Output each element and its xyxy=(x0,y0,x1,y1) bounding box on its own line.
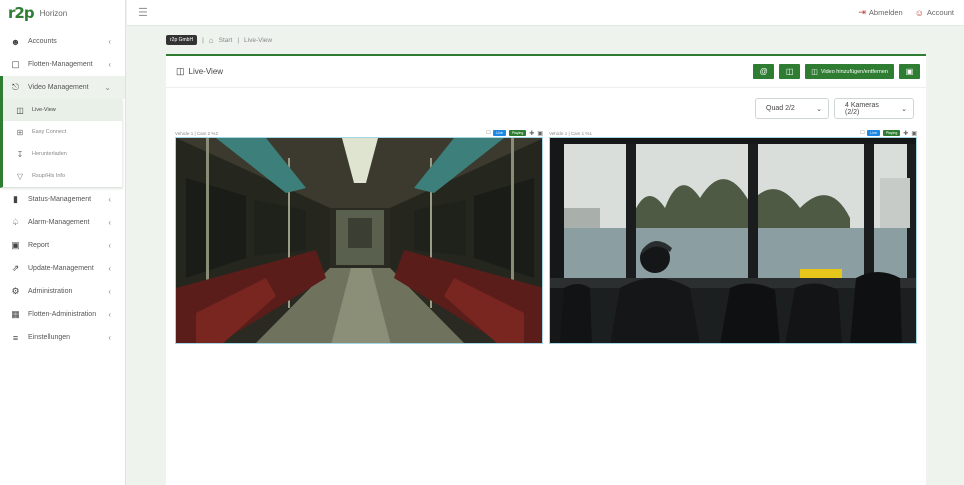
playing-badge: Playing xyxy=(508,130,527,136)
video-feed[interactable] xyxy=(549,137,917,344)
sidebar-item-easy-connect[interactable]: ⊞ Easy Connect xyxy=(3,121,122,143)
expand-icon[interactable]: ▣ xyxy=(911,130,917,137)
chevron-down-icon: ⌄ xyxy=(901,105,907,113)
breadcrumb-start[interactable]: Start xyxy=(219,37,233,44)
download-icon: ↧ xyxy=(16,149,24,159)
sidebar-item-flotten-management[interactable]: ▢ Flotten-Management ‹ xyxy=(0,53,125,76)
grid-icon: ⊞ xyxy=(16,127,24,137)
playing-badge: Playing xyxy=(882,130,901,136)
bell-icon: ♤ xyxy=(11,217,20,227)
camera-tile: Vehicle 1 | Cam 1 %1 □ Live Playing ✚ ▣ xyxy=(549,129,917,344)
live-badge: Live xyxy=(867,130,880,136)
monitor-icon: ◫ xyxy=(176,66,185,76)
move-icon[interactable]: ✚ xyxy=(529,130,534,137)
sidebar-item-accounts[interactable]: ☻ Accounts ‹ xyxy=(0,30,125,53)
home-icon[interactable]: ⌂ xyxy=(209,36,214,45)
users-icon: ☻ xyxy=(10,36,21,47)
sidebar-item-alarm-management[interactable]: ♤ Alarm-Management ‹ xyxy=(0,211,125,234)
panel-title: ◫ Live-View xyxy=(176,66,224,76)
signal-icon: ▽ xyxy=(16,171,24,181)
sidebar-item-update-management[interactable]: ⇗ Update-Management ‹ xyxy=(0,257,125,280)
topbar-actions: ⇥ Abmelden ☺ Account xyxy=(858,7,954,18)
sidebar-item-report[interactable]: ▣ Report ‹ xyxy=(0,234,125,257)
logout-link[interactable]: ⇥ Abmelden xyxy=(858,7,902,18)
logo: r2p xyxy=(8,4,35,22)
chevron-down-icon: ⌄ xyxy=(104,83,111,92)
chevron-left-icon: ‹ xyxy=(108,37,111,46)
sidebar-item-administration[interactable]: ⚙ Administration ‹ xyxy=(0,280,125,303)
fleet-icon: ▢ xyxy=(11,59,20,69)
report-icon: ▣ xyxy=(11,240,20,250)
snapshot-icon[interactable]: □ xyxy=(487,130,491,136)
brand-name: Horizon xyxy=(39,8,68,18)
sidebar-item-rsup-hls-info[interactable]: ▽ Rsup/Hls Info xyxy=(3,165,122,187)
topbar: ☰ ⇥ Abmelden ☺ Account xyxy=(127,0,964,26)
chart-icon: ▮ xyxy=(13,194,18,204)
sidebar-item-status-management[interactable]: ▮ Status-Management ‹ xyxy=(0,188,125,211)
chevron-left-icon: ‹ xyxy=(108,287,111,296)
chevron-left-icon: ‹ xyxy=(108,241,111,250)
boat-interior-image xyxy=(550,138,916,343)
sidebar: r2p Horizon ☻ Accounts ‹ ▢ Flotten-Manag… xyxy=(0,0,126,485)
live-badge: Live xyxy=(493,130,506,136)
expand-icon[interactable]: ▣ xyxy=(537,130,543,137)
panel-header: ◫ Live-View @ ◫ ◫ Video hinzufügen/entfe… xyxy=(166,56,926,88)
layout-select[interactable]: Quad 2/2 ⌄ xyxy=(755,98,829,119)
sidebar-nav: ☻ Accounts ‹ ▢ Flotten-Management ‹ ⎋ Vi… xyxy=(0,30,125,349)
sidebar-item-live-view[interactable]: ◫ Live-View xyxy=(3,99,122,121)
breadcrumb-current: Live-View xyxy=(244,36,273,44)
logout-icon: ⇥ xyxy=(858,7,866,17)
video-feed[interactable] xyxy=(175,137,543,344)
camera-bar: Vehicle 1 | Cam 2 %2 □ Live Playing ✚ ▣ xyxy=(175,129,543,137)
sidebar-item-flotten-administration[interactable]: ▦ Flotten-Administration ‹ xyxy=(0,303,125,326)
fullscreen-icon: ▣ xyxy=(905,67,914,76)
add-remove-video-button[interactable]: ◫ Video hinzufügen/entfernen xyxy=(805,64,894,79)
update-icon: ⇗ xyxy=(11,263,20,273)
chevron-down-icon: ⌄ xyxy=(816,105,822,113)
chevron-left-icon: ‹ xyxy=(108,310,111,319)
camera-title: Vehicle 1 | Cam 2 %2 xyxy=(175,130,218,136)
user-icon: ☺ xyxy=(914,7,924,18)
chevron-left-icon: ‹ xyxy=(108,218,111,227)
at-button[interactable]: @ xyxy=(753,64,775,79)
monitor-icon: ◫ xyxy=(811,68,818,76)
company-badge[interactable]: r2p GmbH xyxy=(166,35,198,45)
chevron-left-icon: ‹ xyxy=(108,264,111,273)
camera-bar: Vehicle 1 | Cam 1 %1 □ Live Playing ✚ ▣ xyxy=(549,129,917,137)
account-link[interactable]: ☺ Account xyxy=(915,8,954,18)
camera-select[interactable]: 4 Kameras (2/2) ⌄ xyxy=(834,98,914,119)
hamburger-menu-icon[interactable]: ☰ xyxy=(138,6,148,19)
at-icon: @ xyxy=(759,67,768,76)
sidebar-item-video-management[interactable]: ⎋ Video Management ⌄ xyxy=(0,76,125,99)
brand[interactable]: r2p Horizon xyxy=(0,0,125,26)
camera-tile: Vehicle 1 | Cam 2 %2 □ Live Playing ✚ ▣ xyxy=(175,129,543,344)
breadcrumb: r2p GmbH | ⌂ Start | Live-View xyxy=(166,35,272,45)
sidebar-item-einstellungen[interactable]: ≡ Einstellungen ‹ xyxy=(0,326,125,349)
live-view-panel: ◫ Live-View @ ◫ ◫ Video hinzufügen/entfe… xyxy=(166,54,926,485)
chevron-left-icon: ‹ xyxy=(108,333,111,342)
fullscreen-button[interactable]: ▣ xyxy=(899,64,920,79)
panel-actions: @ ◫ ◫ Video hinzufügen/entfernen ▣ xyxy=(753,64,920,79)
save-icon: ◫ xyxy=(785,67,794,76)
gear-icon: ⚙ xyxy=(11,286,20,296)
save-button[interactable]: ◫ xyxy=(779,64,801,79)
chevron-left-icon: ‹ xyxy=(108,60,111,69)
sliders-icon: ≡ xyxy=(12,332,19,343)
view-selects: Quad 2/2 ⌄ 4 Kameras (2/2) ⌄ xyxy=(755,98,914,119)
snapshot-icon[interactable]: □ xyxy=(861,130,865,136)
camera-title: Vehicle 1 | Cam 1 %1 xyxy=(549,130,592,136)
video-submenu: ◫ Live-View ⊞ Easy Connect ↧ Herunterlad… xyxy=(0,99,122,188)
chevron-left-icon: ‹ xyxy=(108,195,111,204)
video-icon: ⎋ xyxy=(11,82,20,92)
move-icon[interactable]: ✚ xyxy=(903,130,908,137)
subway-interior-image xyxy=(176,138,542,343)
monitor-icon: ◫ xyxy=(16,105,24,115)
fleet-admin-icon: ▦ xyxy=(11,309,20,319)
sidebar-item-herunterladen[interactable]: ↧ Herunterladen xyxy=(3,143,122,165)
